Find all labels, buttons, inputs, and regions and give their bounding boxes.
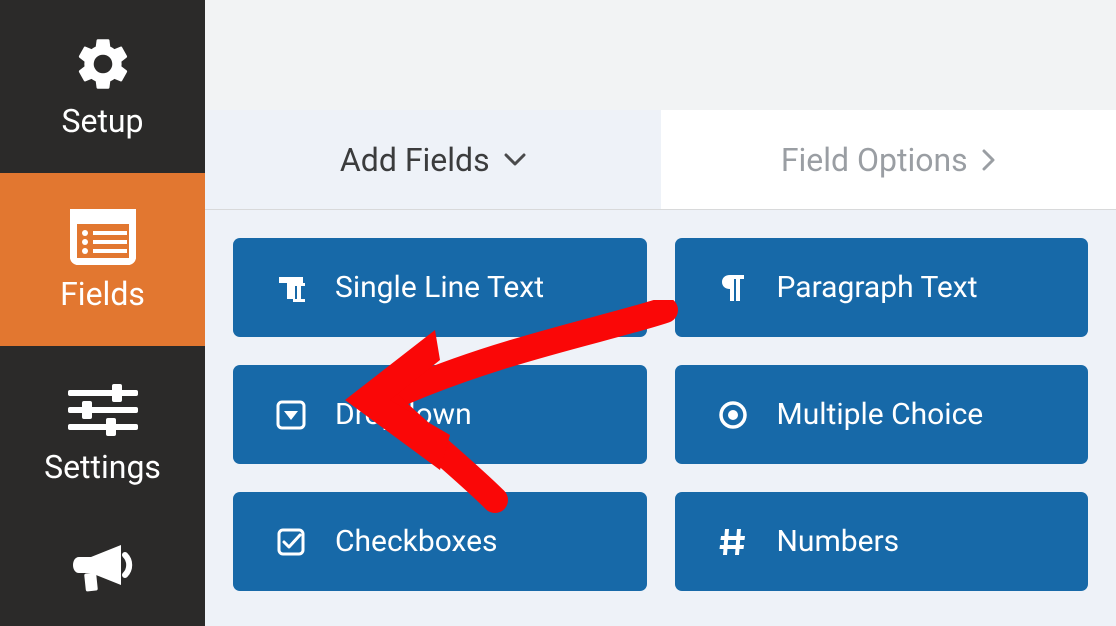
sidebar-item-label: Fields	[60, 275, 145, 313]
tab-label: Add Fields	[340, 141, 490, 179]
field-label: Paragraph Text	[777, 270, 978, 305]
field-single-line-text[interactable]: Single Line Text	[233, 238, 647, 337]
fields-grid: Single Line Text Paragraph Text Dropdown	[233, 238, 1088, 591]
megaphone-icon	[71, 539, 135, 599]
sidebar-item-fields[interactable]: Fields	[0, 173, 205, 346]
sliders-icon	[68, 380, 138, 440]
field-numbers[interactable]: Numbers	[675, 492, 1089, 591]
text-cursor-icon	[273, 273, 309, 303]
field-checkboxes[interactable]: Checkboxes	[233, 492, 647, 591]
sidebar: Setup Fields Settings	[0, 0, 205, 626]
radio-icon	[715, 400, 751, 430]
hashtag-icon	[715, 527, 751, 557]
top-bar	[205, 0, 1116, 110]
main-panel: Add Fields Field Options Single Line Tex	[205, 0, 1116, 626]
caret-square-down-icon	[273, 400, 309, 430]
fields-panel: Single Line Text Paragraph Text Dropdown	[205, 210, 1116, 626]
sidebar-item-settings[interactable]: Settings	[0, 346, 205, 519]
field-paragraph-text[interactable]: Paragraph Text	[675, 238, 1089, 337]
paragraph-icon	[715, 273, 751, 303]
tab-label: Field Options	[781, 141, 968, 179]
sidebar-item-label: Settings	[44, 448, 161, 486]
field-label: Multiple Choice	[777, 397, 984, 432]
sidebar-item-label: Setup	[61, 102, 143, 140]
tab-add-fields[interactable]: Add Fields	[205, 110, 661, 209]
field-multiple-choice[interactable]: Multiple Choice	[675, 365, 1089, 464]
list-icon	[70, 207, 136, 267]
field-label: Single Line Text	[335, 270, 544, 305]
field-label: Dropdown	[335, 397, 472, 432]
chevron-down-icon	[504, 153, 526, 167]
field-label: Numbers	[777, 524, 900, 559]
sidebar-item-marketing[interactable]	[0, 519, 205, 626]
sidebar-item-setup[interactable]: Setup	[0, 0, 205, 173]
tab-field-options[interactable]: Field Options	[661, 110, 1116, 209]
panel-tabs: Add Fields Field Options	[205, 110, 1116, 210]
app-root: Setup Fields Settings	[0, 0, 1116, 626]
field-label: Checkboxes	[335, 524, 498, 559]
chevron-right-icon	[982, 149, 996, 171]
check-square-icon	[273, 527, 309, 557]
field-dropdown[interactable]: Dropdown	[233, 365, 647, 464]
gear-icon	[72, 34, 134, 94]
